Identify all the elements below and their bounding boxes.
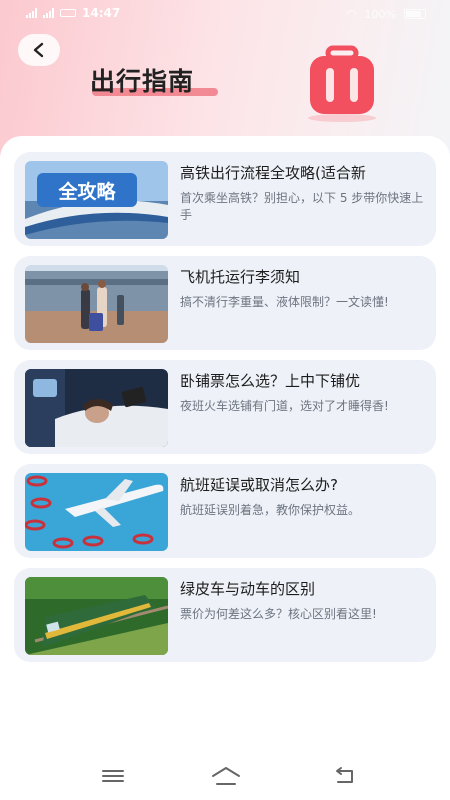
menu-icon[interactable] [101, 766, 125, 786]
battery-icon [404, 9, 426, 19]
article-title: 航班延误或取消怎么办? [180, 476, 338, 494]
article-card[interactable]: 绿皮车与动车的区别 票价为何差这么多？核心区别看这里! [14, 568, 436, 662]
suitcase-icon [308, 45, 376, 122]
article-list: 全攻略 高铁出行流程全攻略(适合新 首次乘坐高铁？别担心，以下 5 步带你快速上… [0, 136, 450, 756]
battery-text: 100% [364, 7, 396, 21]
article-title: 卧铺票怎么选？上中下铺优 [180, 372, 361, 390]
back-button[interactable] [18, 34, 60, 66]
page-title: 出行指南 [90, 67, 195, 96]
article-description: 搞不清行李重量、液体限制？一文读懂! [180, 295, 389, 309]
status-time: 14:47 [82, 6, 121, 20]
hd-icon [60, 9, 76, 17]
home-icon[interactable] [211, 766, 241, 786]
article-title: 高铁出行流程全攻略(适合新 [180, 164, 366, 182]
article-card[interactable]: 飞机托运行李须知 搞不清行李重量、液体限制？一文读懂! [14, 256, 436, 350]
return-icon[interactable] [332, 766, 356, 786]
article-card[interactable]: 卧铺票怎么选？上中下铺优 夜班火车选铺有门道，选对了才睡得香! [14, 360, 436, 454]
article-description: 票价为何差这么多？核心区别看这里! [180, 607, 377, 621]
article-thumbnail [25, 473, 168, 551]
thumbnail-badge-text: 全攻略 [57, 180, 116, 203]
cell-signal-icon [26, 8, 37, 18]
cell-signal-2-icon [43, 8, 54, 18]
system-nav-bar [0, 756, 450, 800]
article-thumbnail [25, 369, 168, 447]
article-description: 首次乘坐高铁？别担心，以下 5 步带你快速上手 [180, 191, 424, 222]
article-thumbnail [25, 577, 168, 655]
article-description: 航班延误别着急，教你保护权益。 [180, 503, 361, 517]
article-card[interactable]: 全攻略 高铁出行流程全攻略(适合新 首次乘坐高铁？别担心，以下 5 步带你快速上… [14, 152, 436, 246]
article-thumbnail: 全攻略 [25, 161, 168, 239]
article-title: 绿皮车与动车的区别 [180, 580, 316, 598]
back-arrow-icon [33, 42, 44, 58]
wifi-icon: ◠ [346, 7, 357, 21]
article-title: 飞机托运行李须知 [180, 268, 301, 286]
article-card[interactable]: 航班延误或取消怎么办? 航班延误别着急，教你保护权益。 [14, 464, 436, 558]
article-thumbnail [25, 265, 168, 343]
status-bar: 14:47 ◠ 100% [0, 0, 450, 28]
article-description: 夜班火车选铺有门道，选对了才睡得香! [180, 399, 389, 413]
